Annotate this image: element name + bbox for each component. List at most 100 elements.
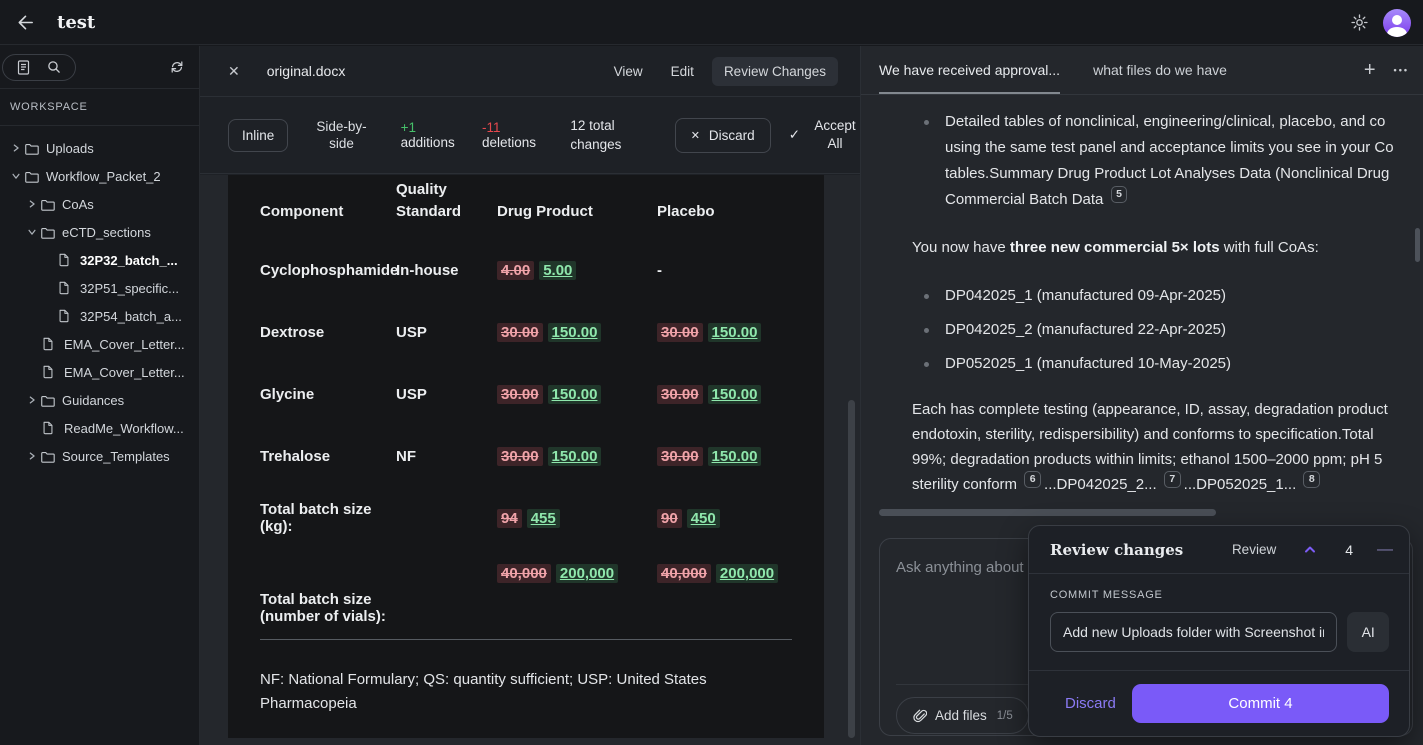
document-panel: ✕ original.docx View Edit Review Changes… (200, 46, 860, 745)
folder-icon (24, 170, 44, 183)
table-footnote: NF: National Formulary; QS: quantity suf… (260, 668, 710, 715)
deleted-value: 30.00 (497, 385, 543, 404)
back-arrow-icon[interactable] (16, 13, 35, 32)
file-search-toggle[interactable] (2, 54, 76, 81)
file-icon (58, 281, 78, 295)
chevron-down-icon[interactable] (24, 227, 40, 237)
chevron-right-icon[interactable] (24, 199, 40, 209)
column-header: Drug Product (497, 201, 657, 223)
chat-tab-approval[interactable]: We have received approval... (879, 46, 1060, 94)
commit-button[interactable]: Commit 4 (1132, 684, 1389, 723)
accept-all-button[interactable]: ✓Accept All (789, 117, 860, 153)
topbar-actions (1350, 0, 1411, 45)
discard-link[interactable]: Discard (1065, 695, 1116, 712)
list-item: DP052025_1 (manufactured 10-May-2025) (912, 347, 1423, 381)
add-files-button[interactable]: Add files 1/5 (896, 697, 1029, 734)
discard-button[interactable]: ✕Discard (675, 118, 771, 153)
sidebar-item-ema-cover-letter-1[interactable]: EMA_Cover_Letter... (0, 330, 199, 358)
diff-cell[interactable]: 30.00150.00 (497, 324, 657, 341)
chevron-right-icon[interactable] (24, 395, 40, 405)
diff-cell[interactable]: 4.005.00 (497, 262, 657, 279)
added-value: 150.00 (708, 385, 762, 404)
ai-generate-button[interactable]: AI (1347, 612, 1389, 652)
added-value: 455 (527, 509, 560, 528)
sidebar-item-guidances[interactable]: Guidances (0, 386, 199, 414)
chat-tab-files[interactable]: what files do we have (1093, 46, 1227, 94)
message-line: endotoxin, sterility, redispersibility) … (912, 422, 1423, 447)
diff-cell[interactable]: 30.00150.00 (497, 448, 657, 465)
sidebar-item-ectd-sections[interactable]: eCTD_sections (0, 218, 199, 246)
diff-cell[interactable]: 90450 (657, 510, 792, 527)
chevron-right-icon[interactable] (8, 143, 24, 153)
diff-cell[interactable]: 94455 (497, 510, 657, 527)
sidebar-item-ema-cover-letter-2[interactable]: EMA_Cover_Letter... (0, 358, 199, 386)
new-chat-icon[interactable]: + (1364, 59, 1376, 82)
diff-cell[interactable]: 30.00150.00 (657, 448, 792, 465)
sidebar-item-32p54-batch[interactable]: 32P54_batch_a... (0, 302, 199, 330)
message-line: Each has complete testing (appearance, I… (912, 397, 1423, 422)
review-changes-popup: Review changes Review 4 — COMMIT MESSAGE… (1028, 525, 1410, 737)
message-line: Commercial Batch Data 5 (945, 187, 1423, 213)
citation-badge[interactable]: 5 (1111, 186, 1128, 203)
inline-view-button[interactable]: Inline (228, 119, 288, 152)
list-item: DP042025_1 (manufactured 09-Apr-2025) (912, 279, 1423, 313)
citation-badge[interactable]: 8 (1303, 471, 1320, 488)
table-header-row: Component Quality Standard Drug Product … (260, 177, 792, 239)
close-icon[interactable]: ✕ (228, 63, 240, 80)
list-item: DP042025_2 (manufactured 22-Apr-2025) (912, 313, 1423, 347)
avatar[interactable] (1383, 9, 1411, 37)
diff-cell[interactable]: 40,000200,000 (497, 549, 657, 582)
more-options-icon[interactable]: ••• (1394, 65, 1409, 75)
sidebar-item-source-templates[interactable]: Source_Templates (0, 442, 199, 470)
deleted-value: 30.00 (657, 323, 703, 342)
sidebar-item-coas[interactable]: CoAs (0, 190, 199, 218)
diff-cell[interactable]: 40,000200,000 (657, 549, 792, 582)
citation-badge[interactable]: 7 (1164, 471, 1181, 488)
chat-input-placeholder: Ask anything about (896, 559, 1024, 576)
chevron-up-icon[interactable] (1303, 543, 1317, 556)
file-icon (42, 337, 62, 351)
diff-toolbar: Inline Side-by-side +1 additions -11 del… (200, 97, 860, 174)
message-line: sterility conform 6...DP042025_2... 7...… (912, 472, 1423, 497)
sidebar-item-32p51-specific[interactable]: 32P51_specific... (0, 274, 199, 302)
total-changes-counter: 12 total changes (570, 116, 634, 154)
added-value: 150.00 (548, 323, 602, 342)
sidebar-item-uploads[interactable]: Uploads (0, 134, 199, 162)
search-icon[interactable] (47, 60, 61, 74)
diff-cell[interactable]: 30.00150.00 (657, 386, 792, 403)
added-value: 5.00 (539, 261, 576, 280)
sidebar-item-workflow-packet-2[interactable]: Workflow_Packet_2 (0, 162, 199, 190)
file-icon (42, 365, 62, 379)
commit-message-input[interactable] (1050, 612, 1337, 652)
citation-badge[interactable]: 6 (1024, 471, 1041, 488)
added-value: 150.00 (548, 385, 602, 404)
commit-message-label: COMMIT MESSAGE (1050, 589, 1389, 601)
diff-cell[interactable]: 30.00150.00 (657, 324, 792, 341)
document-icon[interactable] (17, 60, 30, 75)
tab-review-changes[interactable]: Review Changes (712, 57, 838, 86)
workspace-section-label: WORKSPACE (0, 89, 199, 126)
chevron-right-icon[interactable] (24, 451, 40, 461)
footnote-divider (260, 639, 792, 640)
refresh-icon[interactable] (169, 59, 185, 75)
column-header: Component (260, 201, 396, 223)
chevron-down-icon[interactable] (8, 171, 24, 181)
sidebar-item-32p32-batch[interactable]: 32P32_batch_... (0, 246, 199, 274)
review-link[interactable]: Review (1232, 542, 1276, 557)
message-paragraph: You now have three new commercial 5× lot… (912, 235, 1423, 261)
popup-title: Review changes (1050, 541, 1183, 559)
gear-icon[interactable] (1350, 13, 1369, 32)
sidebar-item-readme-workflow[interactable]: ReadMe_Workflow... (0, 414, 199, 442)
tab-view[interactable]: View (604, 57, 653, 86)
chat-scrollbar[interactable] (1415, 228, 1420, 262)
message-paragraph: Each has complete testing (appearance, I… (912, 397, 1423, 497)
add-files-count: 1/5 (997, 710, 1013, 722)
document-scrollbar[interactable] (848, 400, 855, 738)
minimize-icon[interactable]: — (1377, 542, 1393, 558)
tab-edit[interactable]: Edit (661, 57, 704, 86)
side-by-side-button[interactable]: Side-by-side (310, 118, 372, 152)
added-value: 200,000 (716, 564, 778, 583)
chat-message-area: Detailed tables of nonclinical, engineer… (861, 95, 1423, 505)
horizontal-scrollbar[interactable] (879, 509, 1216, 516)
diff-cell[interactable]: 30.00 150.00 (497, 386, 657, 403)
